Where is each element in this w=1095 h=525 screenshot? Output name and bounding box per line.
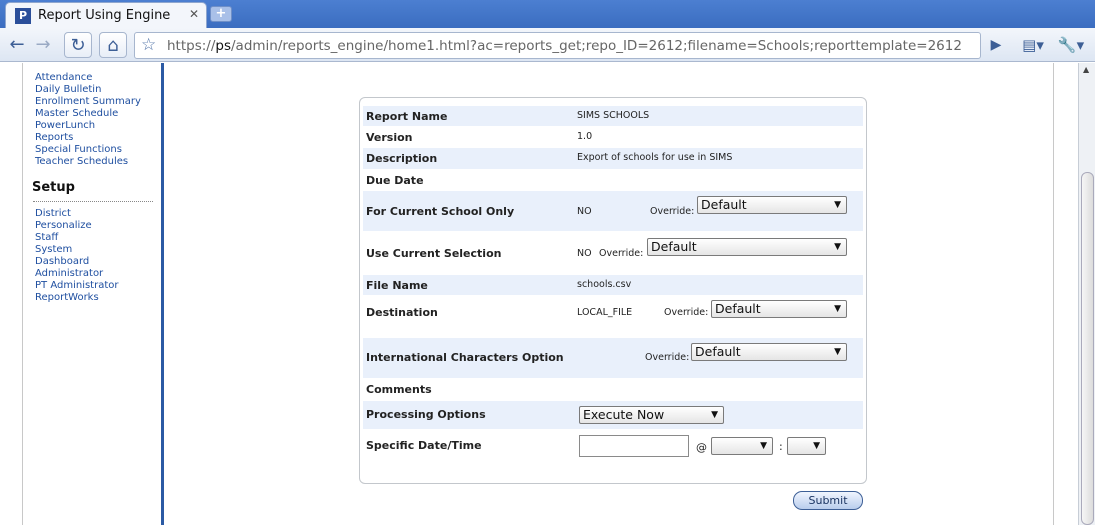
minute-select[interactable]: ▼ <box>787 437 826 455</box>
report-settings-panel: Report Name SIMS SCHOOLS Version 1.0 Des… <box>359 97 867 484</box>
override-label: Override: <box>645 352 690 363</box>
tab-title: Report Using Engine <box>38 8 171 23</box>
back-arrow-icon[interactable]: ← <box>6 32 28 58</box>
report-name-value: SIMS SCHOOLS <box>577 110 650 121</box>
dropdown-arrow-icon: ▼ <box>711 410 718 420</box>
wrench-menu-icon[interactable]: 🔧▾ <box>1056 32 1086 58</box>
submit-button[interactable]: Submit <box>793 491 863 510</box>
row-due-date: Due Date <box>363 170 863 190</box>
current-school-value: NO <box>577 206 592 217</box>
file-name-value: schools.csv <box>577 279 632 290</box>
row-current-selection: Use Current Selection NO Override: Defau… <box>363 232 863 274</box>
sidebar-item-personalize[interactable]: Personalize <box>35 220 92 231</box>
close-tab-icon[interactable]: ✕ <box>189 7 199 21</box>
specific-datetime-label: Specific Date/Time <box>366 439 482 452</box>
sidebar-item-enrollment-summary[interactable]: Enrollment Summary <box>35 96 141 107</box>
row-specific-datetime: Specific Date/Time @ ▼ : ▼ <box>363 430 863 464</box>
processing-options-label: Processing Options <box>366 408 486 421</box>
reload-icon[interactable]: ↻ <box>64 32 92 58</box>
override-label: Override: <box>599 248 644 259</box>
sidebar-item-reports[interactable]: Reports <box>35 132 73 143</box>
sidebar-nav: Attendance Daily Bulletin Enrollment Sum… <box>23 63 163 525</box>
row-description: Description Export of schools for use in… <box>363 148 863 169</box>
page-content: Attendance Daily Bulletin Enrollment Sum… <box>0 63 1095 525</box>
forward-arrow-icon[interactable]: → <box>32 32 54 58</box>
sidebar-item-master-schedule[interactable]: Master Schedule <box>35 108 118 119</box>
row-current-school: For Current School Only NO Override: Def… <box>363 191 863 231</box>
browser-tab[interactable]: P Report Using Engine ✕ <box>5 2 207 28</box>
intl-characters-override-select[interactable]: Default ▼ <box>691 343 847 361</box>
play-icon[interactable]: ▶ <box>986 32 1006 58</box>
sidebar-item-dashboard[interactable]: Dashboard <box>35 256 89 267</box>
sidebar-item-staff[interactable]: Staff <box>35 232 58 243</box>
bookmark-star-icon[interactable]: ☆ <box>141 35 156 55</box>
sidebar-item-special-functions[interactable]: Special Functions <box>35 144 122 155</box>
version-label: Version <box>366 131 413 144</box>
setup-heading: Setup <box>32 180 75 195</box>
current-school-label: For Current School Only <box>366 205 515 218</box>
browser-tab-bar: P Report Using Engine ✕ + <box>0 0 1095 28</box>
scrollbar-thumb[interactable] <box>1081 172 1094 525</box>
sidebar-item-administrator[interactable]: Administrator <box>35 268 103 279</box>
row-intl-characters: International Characters Option Override… <box>363 338 863 378</box>
url-text: https://ps/admin/reports_engine/home1.ht… <box>167 38 962 54</box>
time-colon: : <box>779 440 783 453</box>
sidebar-item-attendance[interactable]: Attendance <box>35 72 92 83</box>
override-label: Override: <box>664 307 709 318</box>
comments-label: Comments <box>366 383 432 396</box>
sidebar-item-district[interactable]: District <box>35 208 71 219</box>
dropdown-arrow-icon: ▼ <box>834 242 841 252</box>
dropdown-arrow-icon: ▼ <box>834 347 841 357</box>
sidebar-item-pt-administrator[interactable]: PT Administrator <box>35 280 119 291</box>
row-destination: Destination LOCAL_FILE Override: Default… <box>363 296 863 337</box>
description-label: Description <box>366 152 438 165</box>
current-school-override-select[interactable]: Default ▼ <box>697 196 847 214</box>
processing-options-select[interactable]: Execute Now ▼ <box>579 406 724 424</box>
dropdown-arrow-icon: ▼ <box>760 441 767 451</box>
browser-toolbar: ← → ↻ ⌂ ☆ https://ps/admin/reports_engin… <box>0 28 1095 62</box>
destination-value: LOCAL_FILE <box>577 307 633 318</box>
scroll-up-arrow-icon[interactable]: ▲ <box>1083 65 1089 74</box>
current-selection-override-select[interactable]: Default ▼ <box>647 238 847 256</box>
due-date-label: Due Date <box>366 174 424 187</box>
row-report-name: Report Name SIMS SCHOOLS <box>363 106 863 126</box>
current-selection-value: NO <box>577 248 592 259</box>
file-name-label: File Name <box>366 279 428 292</box>
row-comments: Comments <box>363 379 863 400</box>
override-label: Override: <box>650 206 695 217</box>
date-input[interactable] <box>579 435 689 457</box>
current-selection-label: Use Current Selection <box>366 247 502 260</box>
destination-label: Destination <box>366 306 438 319</box>
dropdown-arrow-icon: ▼ <box>834 200 841 210</box>
report-name-label: Report Name <box>366 110 448 123</box>
description-value: Export of schools for use in SIMS <box>577 152 733 163</box>
sidebar-item-daily-bulletin[interactable]: Daily Bulletin <box>35 84 101 95</box>
version-value: 1.0 <box>577 131 593 142</box>
row-version: Version 1.0 <box>363 127 863 147</box>
sidebar-item-teacher-schedules[interactable]: Teacher Schedules <box>35 156 128 167</box>
page-menu-icon[interactable]: ▤▾ <box>1018 32 1048 58</box>
row-file-name: File Name schools.csv <box>363 275 863 295</box>
dropdown-arrow-icon: ▼ <box>834 304 841 314</box>
powerschool-favicon-icon: P <box>15 8 31 24</box>
at-sign: @ <box>696 441 707 454</box>
hour-select[interactable]: ▼ <box>711 437 773 455</box>
new-tab-button[interactable]: + <box>210 6 232 22</box>
row-processing-options: Processing Options Execute Now ▼ <box>363 401 863 429</box>
dropdown-arrow-icon: ▼ <box>813 441 820 451</box>
sidebar-item-reportworks[interactable]: ReportWorks <box>35 292 99 303</box>
vertical-scrollbar[interactable]: ▲ <box>1078 63 1095 525</box>
address-bar[interactable]: ☆ https://ps/admin/reports_engine/home1.… <box>134 32 981 59</box>
section-divider <box>33 201 153 202</box>
sidebar-item-system[interactable]: System <box>35 244 72 255</box>
intl-characters-label: International Characters Option <box>366 351 564 364</box>
destination-override-select[interactable]: Default ▼ <box>711 300 847 318</box>
sidebar-item-powerlunch[interactable]: PowerLunch <box>35 120 95 131</box>
home-icon[interactable]: ⌂ <box>99 32 127 58</box>
